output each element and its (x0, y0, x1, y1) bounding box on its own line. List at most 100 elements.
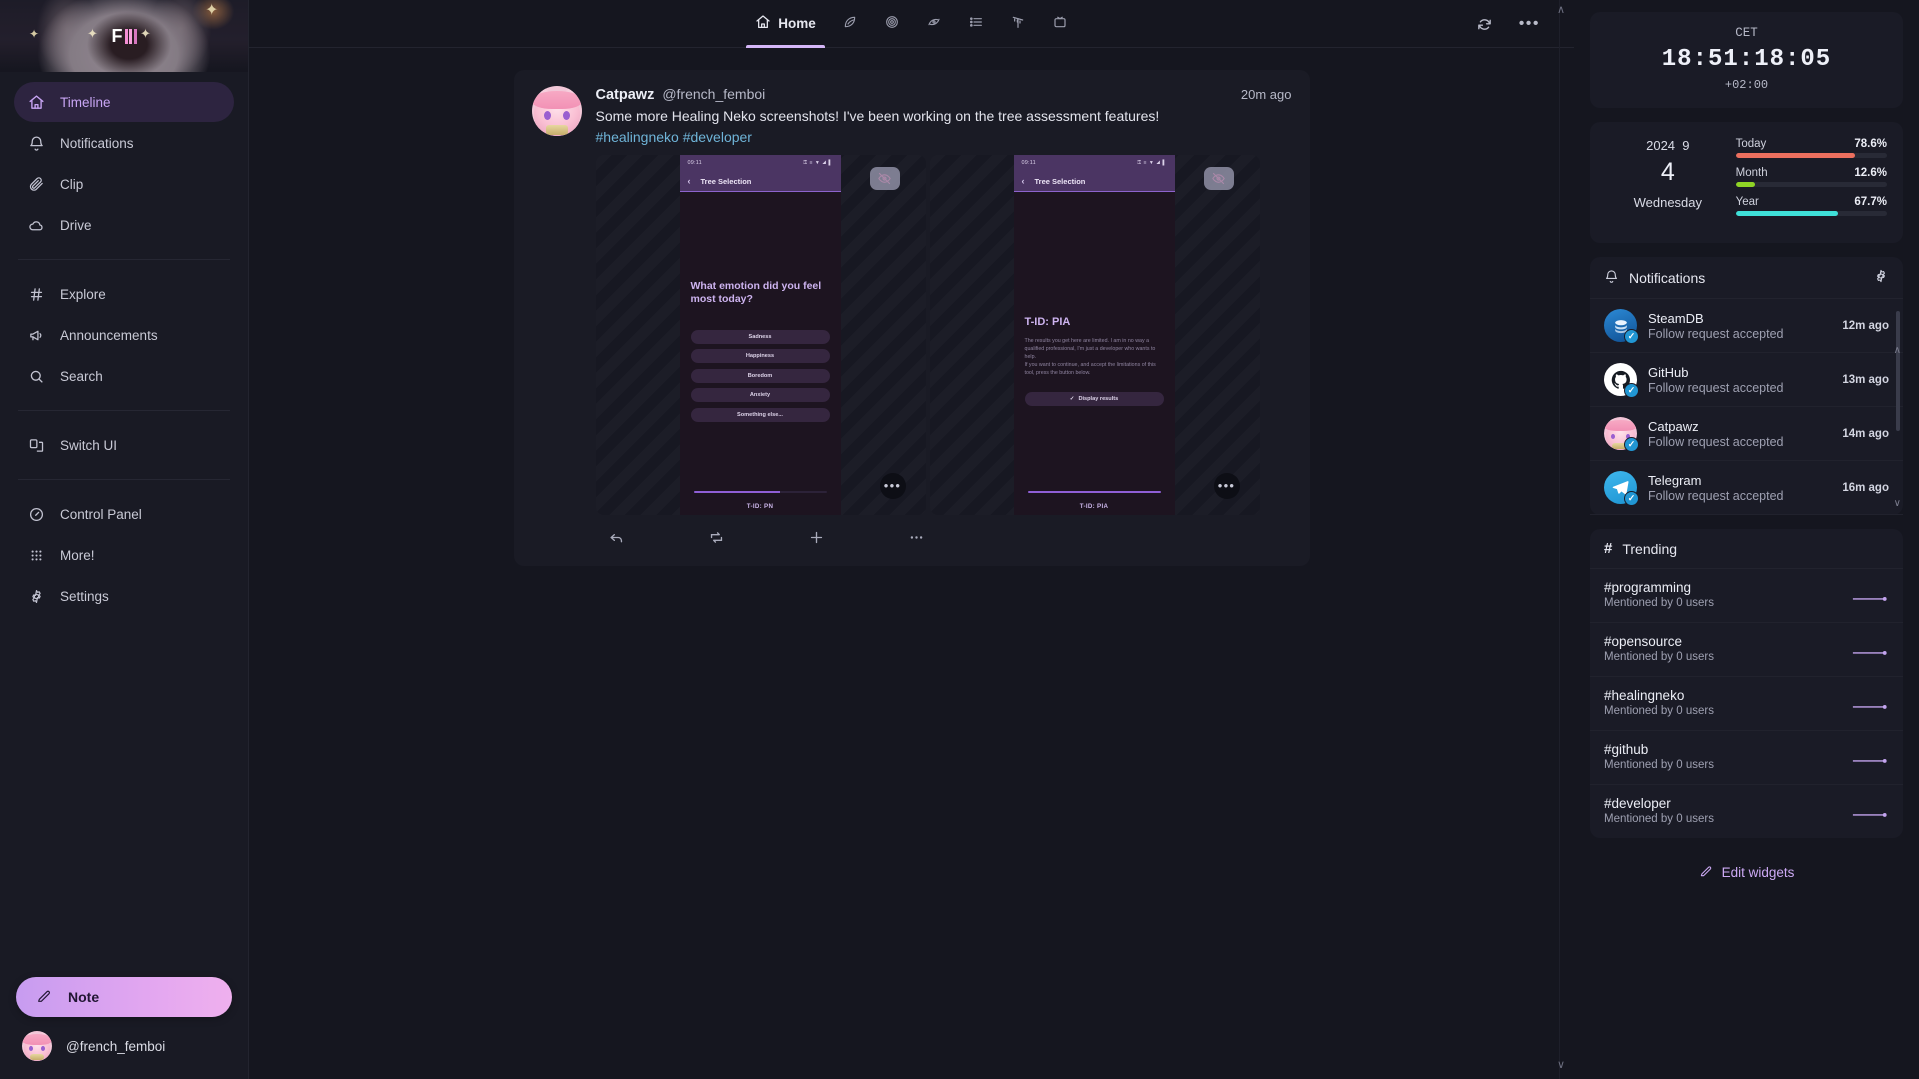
media-thumbnail[interactable]: 09:11 ⚿ ≡ ▼ ◢ ▌ ‹ Tree Selection What em… (595, 154, 926, 515)
sidebar-item-clip[interactable]: Clip (14, 164, 234, 204)
cloud-icon (28, 217, 45, 234)
edit-widgets-button[interactable]: Edit widgets (1590, 852, 1903, 889)
notification-time: 14m ago (1842, 427, 1889, 440)
trending-item[interactable]: #programming Mentioned by 0 users (1590, 569, 1903, 623)
notification-item[interactable]: ✓ Telegram Follow request accepted 16m a… (1590, 461, 1903, 515)
timeline-tabs: Home (742, 0, 1081, 48)
account-row[interactable]: @french_femboi (0, 1017, 248, 1079)
sidebar-item-drive[interactable]: Drive (14, 205, 234, 245)
notification-name: GitHub (1648, 364, 1689, 380)
search-icon (28, 368, 45, 385)
clock-timezone: CET (1735, 26, 1758, 40)
post-action-bar (532, 515, 1292, 556)
tab-home[interactable]: Home (742, 0, 829, 48)
gauge-icon (28, 506, 45, 523)
sidebar-divider (18, 259, 230, 260)
hashtag-link[interactable]: #developer (683, 129, 752, 145)
post-more-button[interactable] (886, 529, 948, 546)
tab-local[interactable] (829, 0, 871, 48)
post-timestamp[interactable]: 20m ago (1241, 87, 1292, 102)
phone-status-icons: ⚿ ≡ ▼ ◢ ▌ (1137, 160, 1167, 167)
scroll-down-indicator[interactable]: ∨ (1557, 1060, 1565, 1071)
catpawz-avatar: ✓ (1604, 417, 1639, 452)
refresh-icon[interactable] (1476, 16, 1493, 33)
renote-button[interactable] (686, 529, 748, 546)
sidebar-item-label: Clip (60, 176, 84, 192)
center-scrollbar[interactable] (1559, 0, 1560, 1079)
eye-off-icon[interactable] (1203, 166, 1234, 190)
sidebar-item-more[interactable]: More! (14, 535, 234, 575)
media-more-button[interactable]: ••• (1213, 472, 1240, 499)
avatar[interactable] (531, 86, 582, 136)
sidebar-item-settings[interactable]: Settings (14, 576, 234, 616)
phone-heading: T-ID: PIA (1024, 315, 1071, 328)
check-icon: ✓ (1624, 329, 1639, 344)
trending-item[interactable]: #healingneko Mentioned by 0 users (1590, 677, 1903, 731)
media-thumbnail[interactable]: 09:11 ⚿ ≡ ▼ ◢ ▌ ‹ Tree Selection T-ID: P… (929, 154, 1260, 515)
back-arrow-icon: ‹ (687, 176, 691, 187)
progress-label: Today (1735, 138, 1767, 150)
phone-app-title: Tree Selection (1034, 176, 1086, 186)
trending-sparkline (1852, 813, 1887, 817)
notification-item[interactable]: ✓ SteamDB Follow request accepted 12m ag… (1590, 299, 1903, 353)
reply-button[interactable] (586, 529, 648, 546)
eye-off-icon[interactable] (869, 166, 900, 190)
tab-lists[interactable] (955, 0, 997, 48)
sidebar-item-switch-ui[interactable]: Switch UI (14, 425, 234, 465)
progress-label: Year (1735, 196, 1759, 208)
post-author-name[interactable]: Catpawz (596, 87, 655, 103)
instance-logo[interactable]: F (0, 26, 248, 47)
avatar (22, 1031, 52, 1061)
react-button[interactable] (786, 529, 848, 546)
calendar-month: 9 (1682, 138, 1690, 153)
note-button[interactable]: Note (16, 977, 232, 1017)
tab-channels[interactable] (1039, 0, 1081, 48)
trending-item[interactable]: #developer Mentioned by 0 users (1590, 785, 1903, 838)
scroll-up-icon[interactable]: ∧ (1894, 345, 1901, 356)
sidebar-item-explore[interactable]: Explore (14, 274, 234, 314)
sidebar-item-search[interactable]: Search (14, 356, 234, 396)
right-sidebar: CET 18:51:18:05 +02:00 2024 9 4 Wednesda… (1574, 0, 1919, 1079)
trending-tag: #github (1604, 742, 1649, 757)
trending-tag: #healingneko (1604, 688, 1685, 703)
tab-global[interactable] (913, 0, 955, 48)
gear-icon[interactable] (1873, 268, 1889, 287)
trending-sparkline (1852, 759, 1887, 763)
phone-cta-label: Display results (1078, 395, 1119, 402)
sidebar-item-announcements[interactable]: Announcements (14, 315, 234, 355)
tab-antennas[interactable] (997, 0, 1039, 48)
notification-item[interactable]: ✓ GitHub Follow request accepted 13m ago (1590, 353, 1903, 407)
scroll-down-icon[interactable]: ∨ (1894, 498, 1901, 509)
sidebar-nav: Timeline Notifications Clip Drive Explor… (0, 72, 248, 617)
post-media-row: 09:11 ⚿ ≡ ▼ ◢ ▌ ‹ Tree Selection What em… (595, 154, 1292, 515)
logo-bars-icon (124, 29, 137, 44)
phone-cta-button: ✓ Display results (1024, 391, 1164, 406)
hashtag-link[interactable]: #healingneko (596, 129, 679, 145)
post-author-handle[interactable]: @french_femboi (662, 86, 765, 102)
media-more-button[interactable]: ••• (879, 472, 906, 499)
switch-ui-icon (28, 437, 45, 454)
top-navigation-bar: Home ••• (249, 0, 1574, 48)
post-meta: Catpawz @french_femboi 20m ago (596, 86, 1292, 103)
phone-screenshot: 09:11 ⚿ ≡ ▼ ◢ ▌ ‹ Tree Selection T-ID: P… (1013, 154, 1175, 515)
topbar-actions: ••• (1476, 0, 1540, 48)
trending-tag: #programming (1604, 580, 1692, 595)
trending-sparkline (1852, 597, 1887, 601)
scroll-up-indicator[interactable]: ∧ (1557, 5, 1565, 16)
main-column: Home ••• ∧ ∨ Catpawz @french_femboi 20m … (249, 0, 1574, 1079)
trending-sparkline (1852, 651, 1887, 655)
progress-value: 67.7% (1854, 196, 1887, 208)
notifications-scrollbar[interactable] (1896, 303, 1900, 511)
sidebar-item-timeline[interactable]: Timeline (14, 82, 234, 122)
sidebar-item-notifications[interactable]: Notifications (14, 123, 234, 163)
notification-item[interactable]: ✓ Catpawz Follow request accepted 14m ag… (1590, 407, 1903, 461)
trending-subtext: Mentioned by 0 users (1604, 813, 1714, 825)
trending-item[interactable]: #github Mentioned by 0 users (1590, 731, 1903, 785)
trending-item[interactable]: #opensource Mentioned by 0 users (1590, 623, 1903, 677)
channel-icon (1052, 14, 1068, 33)
sidebar-item-control-panel[interactable]: Control Panel (14, 494, 234, 534)
topbar-menu-button[interactable]: ••• (1519, 16, 1540, 32)
tab-social[interactable] (871, 0, 913, 48)
left-sidebar: ✦ ✦ ✦ ✦ F Timeline Notifications Clip Dr… (0, 0, 249, 1079)
phone-status-icons: ⚿ ≡ ▼ ◢ ▌ (803, 160, 833, 167)
